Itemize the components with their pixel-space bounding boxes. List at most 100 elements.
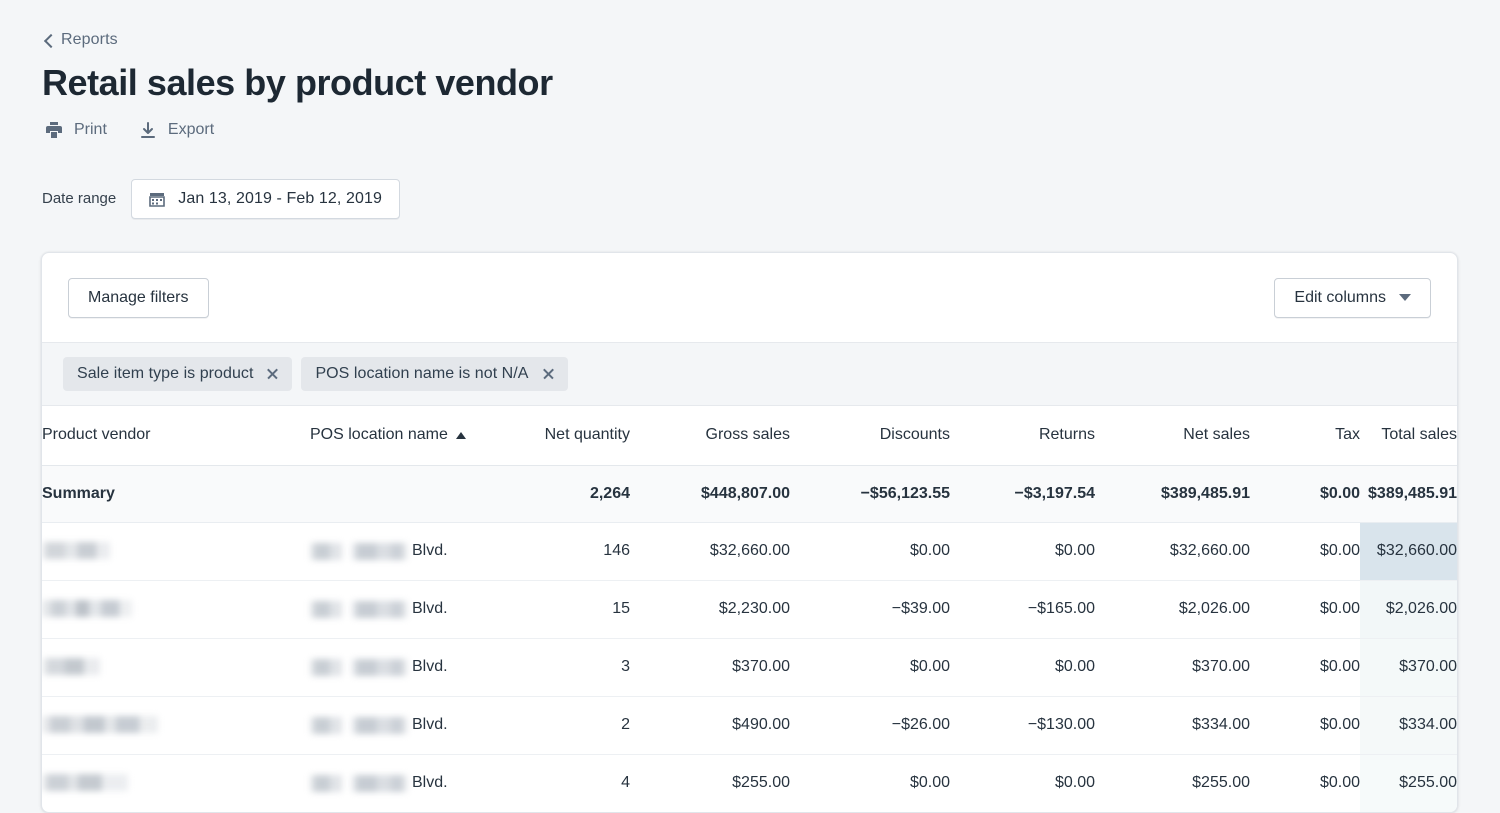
close-icon[interactable] [266, 367, 279, 380]
summary-pos [310, 465, 490, 523]
pos-location-suffix: Blvd. [412, 716, 448, 734]
cell-discounts: $0.00 [909, 774, 950, 792]
cell-net-quantity: 3 [490, 638, 630, 697]
redacted-location-part [310, 600, 342, 618]
table-row[interactable]: Blvd. 2 $490.00 −$26.00 −$130.00 $334.00… [42, 696, 1457, 755]
cell-returns: −$165.00 [950, 580, 1095, 639]
cell-returns: $0.00 [950, 638, 1095, 697]
printer-icon [44, 120, 64, 140]
column-header-label: Net quantity [544, 426, 630, 444]
summary-returns: −$3,197.54 [950, 465, 1095, 523]
date-range-value: Jan 13, 2019 - Feb 12, 2019 [178, 189, 382, 207]
calendar-icon [148, 190, 166, 208]
column-header-total-sales[interactable]: Total sales [1360, 405, 1457, 466]
column-header-discounts[interactable]: Discounts [790, 405, 950, 466]
cell-tax: $0.00 [1250, 696, 1360, 755]
cell-tax: $0.00 [1250, 522, 1360, 581]
column-header-label: Tax [1335, 426, 1360, 444]
cell-pos-location-name: Blvd. [310, 580, 490, 639]
cell-net-quantity: 146 [490, 522, 630, 581]
table-row[interactable]: Blvd. 3 $370.00 $0.00 $0.00 $370.00 $0.0… [42, 638, 1457, 697]
edit-columns-label: Edit columns [1294, 288, 1386, 306]
print-button[interactable]: Print [44, 120, 107, 140]
redacted-vendor-name [42, 716, 158, 734]
manage-filters-button[interactable]: Manage filters [68, 277, 209, 318]
column-header-tax[interactable]: Tax [1250, 405, 1360, 466]
cell-net-sales: $2,026.00 [1095, 580, 1250, 639]
redacted-location-part [352, 542, 408, 560]
cell-pos-location-name: Blvd. [310, 522, 490, 581]
cell-discounts: −$26.00 [790, 696, 950, 755]
filter-chip-label: Sale item type is product [77, 364, 254, 382]
breadcrumb[interactable]: Reports [0, 0, 118, 49]
column-header-pos-location-name[interactable]: POS location name [310, 405, 490, 466]
cell-net-sales: $370.00 [1095, 638, 1250, 697]
filter-chip-pos-location-name[interactable]: POS location name is not N/A [301, 356, 568, 391]
pos-location-suffix: Blvd. [412, 774, 448, 792]
cell-tax: $0.00 [1250, 580, 1360, 639]
table-header: Product vendor POS location name Net qua… [42, 405, 1457, 466]
export-label: Export [167, 120, 215, 138]
cell-product-vendor [42, 522, 310, 581]
card-toolbar: Manage filters Edit columns [42, 253, 1457, 342]
summary-gross-sales: $448,807.00 [630, 465, 790, 523]
chevron-left-icon [42, 35, 54, 47]
column-header-label: Gross sales [705, 426, 790, 444]
filter-chip-label: POS location name is not N/A [315, 364, 529, 382]
cell-tax: $0.00 [1250, 638, 1360, 697]
print-label: Print [74, 120, 107, 138]
breadcrumb-label: Reports [61, 31, 118, 48]
cell-discounts: $0.00 [790, 522, 950, 581]
column-header-returns[interactable]: Returns [950, 405, 1095, 466]
redacted-location-part [310, 542, 342, 560]
filter-chip-sale-item-type[interactable]: Sale item type is product [63, 356, 293, 391]
page-title: Retail sales by product vendor [42, 62, 553, 103]
report-card: Manage filters Edit columns Sale item ty… [41, 251, 1458, 813]
table-row[interactable]: Blvd. 146 $32,660.00 $0.00 $0.00 $32,660… [42, 522, 1457, 581]
pos-location-suffix: Blvd. [412, 542, 448, 560]
redacted-vendor-name [42, 542, 110, 560]
cell-pos-location-name: Blvd. [310, 638, 490, 697]
date-range-label: Date range [42, 190, 117, 208]
table-row[interactable]: Blvd. 15 $2,230.00 −$39.00 −$165.00 $2,0… [42, 580, 1457, 639]
cell-discounts: $0.00 [790, 638, 950, 697]
cell-net-sales: $32,660.00 [1095, 522, 1250, 581]
summary-net-sales: $389,485.91 [1095, 465, 1250, 523]
export-button[interactable]: Export [138, 120, 214, 140]
column-header-net-sales[interactable]: Net sales [1095, 405, 1250, 466]
summary-discounts: −$56,123.55 [790, 465, 950, 523]
cell-gross-sales: $370.00 [630, 638, 790, 697]
cell-gross-sales: $2,230.00 [630, 580, 790, 639]
table-row[interactable]: Blvd. 4 $255.00 $0.00 $0.00 $255.00 $0.0… [42, 754, 1457, 812]
active-filters-bar: Sale item type is product POS location n… [42, 341, 1457, 406]
date-range-picker[interactable]: Jan 13, 2019 - Feb 12, 2019 [131, 178, 400, 219]
edit-columns-button[interactable]: Edit columns [1274, 277, 1431, 318]
summary-tax: $0.00 [1250, 465, 1360, 523]
cell-gross-sales: $32,660.00 [630, 522, 790, 581]
column-header-product-vendor[interactable]: Product vendor [42, 405, 310, 466]
cell-total-sales: $32,660.00 [1360, 522, 1457, 581]
cell-product-vendor [42, 638, 310, 697]
cell-net-quantity: 15 [490, 580, 630, 639]
column-header-label: Returns [1038, 426, 1095, 444]
column-header-label: Product vendor [42, 426, 151, 444]
close-icon[interactable] [542, 367, 555, 380]
cell-pos-location-name: Blvd. [310, 754, 490, 812]
cell-net-sales: $334.00 [1095, 696, 1250, 755]
cell-gross-sales: $255.00 [732, 774, 790, 792]
cell-total-sales: $334.00 [1360, 696, 1457, 755]
report-page: Reports Retail sales by product vendor P… [0, 0, 1500, 813]
cell-product-vendor [42, 696, 310, 755]
column-header-gross-sales[interactable]: Gross sales [630, 405, 790, 466]
redacted-vendor-name [42, 774, 128, 792]
column-header-net-quantity[interactable]: Net quantity [490, 405, 630, 466]
cell-product-vendor [42, 580, 310, 639]
column-header-label: POS location name [310, 426, 448, 444]
cell-discounts: −$39.00 [790, 580, 950, 639]
redacted-location-part [352, 658, 408, 676]
cell-total-sales: $2,026.00 [1360, 580, 1457, 639]
chevron-down-icon [1399, 294, 1411, 302]
redacted-vendor-name [42, 600, 132, 618]
summary-label: Summary [42, 465, 310, 523]
column-header-label: Net sales [1183, 426, 1250, 444]
